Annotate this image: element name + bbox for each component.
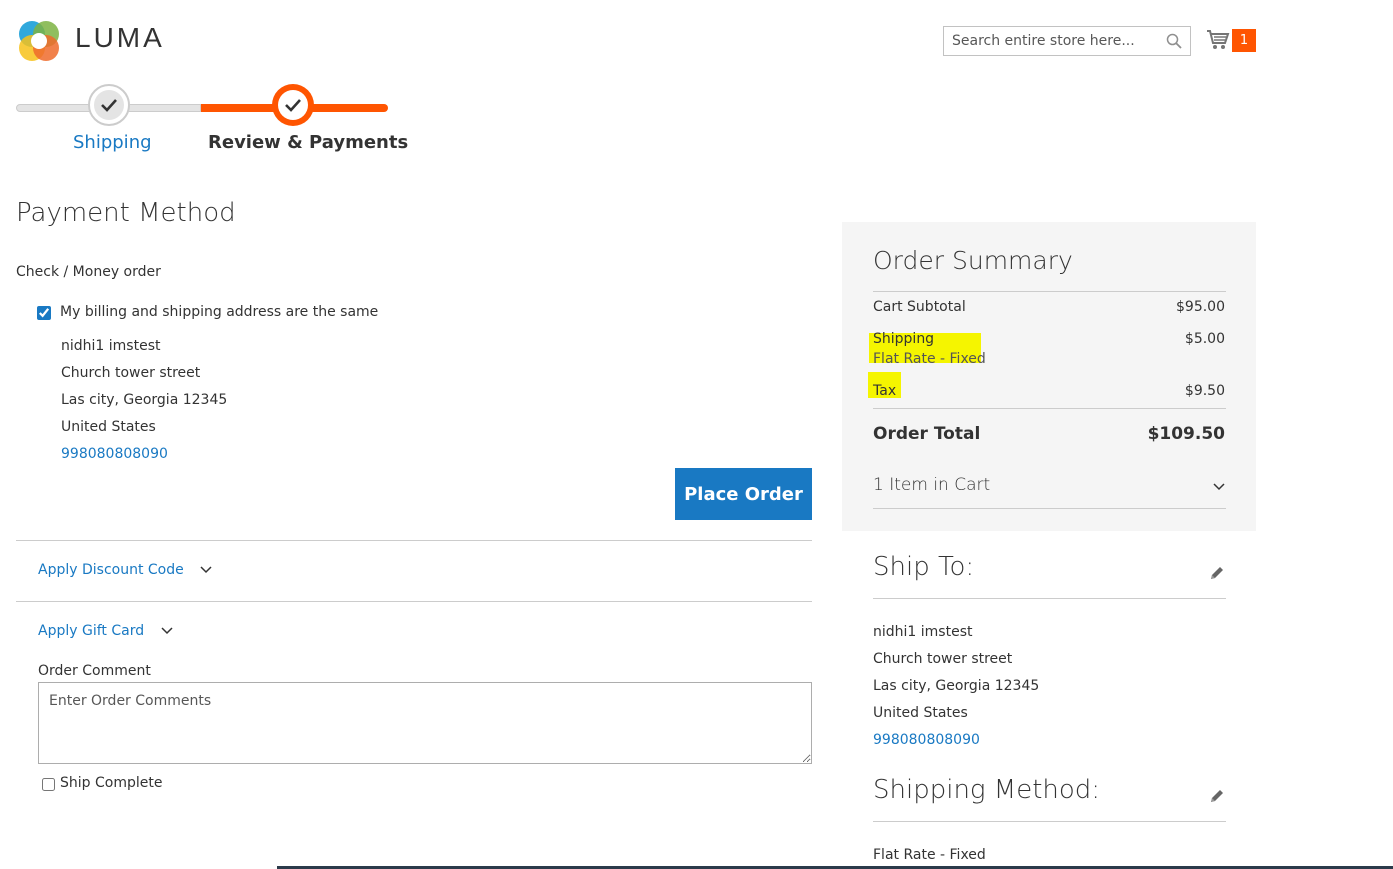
apply-gift-card-label: Apply Gift Card bbox=[38, 623, 145, 639]
shipping-method-title: Shipping Method: bbox=[873, 775, 1101, 805]
order-comment-label: Order Comment bbox=[38, 663, 151, 679]
payment-method-title: Payment Method bbox=[16, 198, 236, 228]
ship-to-title: Ship To: bbox=[873, 552, 975, 582]
items-in-cart-toggle[interactable]: 1 Item in Cart bbox=[873, 475, 990, 495]
divider bbox=[873, 408, 1226, 409]
billing-city: Las city, Georgia 12345 bbox=[61, 392, 228, 408]
chevron-down-icon bbox=[200, 566, 212, 574]
shipping-method-detail: Flat Rate - Fixed bbox=[873, 351, 986, 367]
tax-value: $9.50 bbox=[1184, 383, 1225, 399]
ship-to-street: Church tower street bbox=[873, 651, 1013, 667]
ship-to-city: Las city, Georgia 12345 bbox=[873, 678, 1040, 694]
divider bbox=[873, 598, 1226, 599]
order-total-value: $109.50 bbox=[1147, 424, 1225, 444]
divider bbox=[16, 540, 812, 541]
step-review-indicator bbox=[272, 84, 314, 126]
order-summary-title: Order Summary bbox=[873, 246, 1073, 275]
step-shipping-label[interactable]: Shipping bbox=[73, 132, 152, 153]
order-comment-input[interactable] bbox=[38, 682, 812, 764]
ship-to-country: United States bbox=[873, 705, 968, 721]
check-icon bbox=[285, 99, 301, 112]
logo-wordmark: LUMA bbox=[75, 22, 165, 53]
billing-name: nidhi1 imstest bbox=[61, 338, 161, 354]
divider bbox=[873, 508, 1226, 509]
luma-logo[interactable] bbox=[16, 18, 62, 64]
apply-gift-card-toggle[interactable]: Apply Gift Card bbox=[38, 623, 173, 639]
pencil-icon[interactable] bbox=[1209, 565, 1225, 581]
chevron-down-icon[interactable] bbox=[1213, 483, 1225, 491]
check-icon bbox=[101, 99, 117, 112]
ship-to-name: nidhi1 imstest bbox=[873, 624, 973, 640]
order-total-label: Order Total bbox=[873, 424, 981, 444]
shipping-label: Shipping bbox=[873, 331, 935, 347]
payment-method-name: Check / Money order bbox=[16, 264, 161, 280]
search-icon[interactable] bbox=[1166, 33, 1182, 49]
ship-to-phone-link[interactable]: 998080808090 bbox=[873, 732, 980, 748]
cart-count-badge[interactable]: 1 bbox=[1232, 29, 1256, 52]
shipping-value: $5.00 bbox=[1184, 331, 1225, 347]
billing-country: United States bbox=[61, 419, 156, 435]
divider bbox=[873, 291, 1226, 292]
billing-same-label[interactable]: My billing and shipping address are the … bbox=[60, 304, 378, 320]
billing-street: Church tower street bbox=[61, 365, 201, 381]
cart-icon[interactable] bbox=[1206, 29, 1230, 51]
ship-complete-label[interactable]: Ship Complete bbox=[60, 775, 162, 791]
place-order-button[interactable]: Place Order bbox=[675, 468, 812, 520]
ship-complete-checkbox[interactable] bbox=[42, 778, 55, 791]
chevron-down-icon bbox=[161, 627, 173, 635]
search-input[interactable] bbox=[952, 31, 1157, 51]
billing-same-checkbox[interactable] bbox=[37, 306, 51, 320]
subtotal-value: $95.00 bbox=[1176, 299, 1225, 315]
divider bbox=[16, 601, 812, 602]
billing-phone-link[interactable]: 998080808090 bbox=[61, 446, 168, 462]
subtotal-label: Cart Subtotal bbox=[873, 299, 966, 315]
apply-discount-label: Apply Discount Code bbox=[38, 562, 184, 578]
pencil-icon[interactable] bbox=[1209, 788, 1225, 804]
tax-label: Tax bbox=[873, 383, 897, 399]
step-review-label: Review & Payments bbox=[208, 132, 409, 153]
apply-discount-toggle[interactable]: Apply Discount Code bbox=[38, 562, 212, 578]
divider bbox=[873, 821, 1226, 822]
shipping-method-value: Flat Rate - Fixed bbox=[873, 847, 986, 863]
search-box bbox=[943, 26, 1191, 56]
step-shipping-indicator[interactable] bbox=[88, 84, 130, 126]
